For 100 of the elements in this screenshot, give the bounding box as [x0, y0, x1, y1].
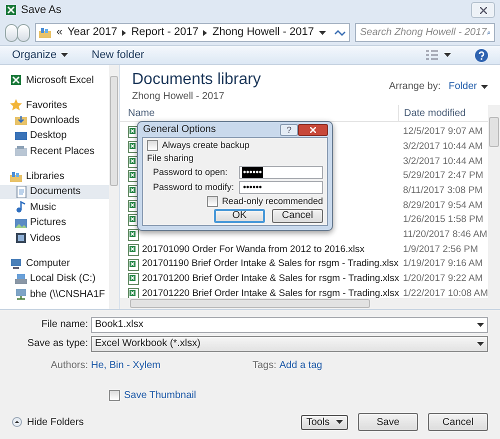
breadcrumb-item[interactable]: Report - 2017 — [131, 24, 198, 41]
spreadsheet-file-icon — [128, 156, 139, 168]
help-button[interactable]: ? — [280, 124, 298, 136]
chevron-right-icon — [203, 30, 208, 36]
password-field[interactable]: •••••• — [239, 166, 323, 179]
file-type-dropdown[interactable]: Excel Workbook (*.xlsx) — [91, 336, 488, 352]
folder-icon — [15, 114, 27, 126]
view-options-icon[interactable] — [426, 50, 438, 60]
password-field[interactable]: •••••• — [239, 181, 323, 194]
checkbox-label: Always create backup — [162, 140, 250, 151]
network-drive-icon — [15, 288, 27, 300]
close-icon — [480, 6, 486, 14]
sidebar-item[interactable]: Desktop — [0, 128, 109, 143]
date-modified: 12/5/2017 9:07 AM — [402, 125, 484, 140]
section-label: File sharing — [147, 153, 195, 164]
sidebar-item[interactable]: Local Disk (C:) — [0, 272, 109, 286]
sidebar-item[interactable]: bhe (\\CNSHA1F — [0, 287, 109, 302]
toolbar-button[interactable]: New folder — [92, 46, 144, 64]
sidebar-item[interactable]: Videos — [0, 231, 109, 246]
file-name-field[interactable]: Book1.xlsx — [91, 316, 488, 332]
column-header[interactable]: Name — [120, 105, 398, 121]
breadcrumb-overflow[interactable]: « — [56, 24, 62, 41]
date-modified: 1/26/2015 1:58 PM — [402, 213, 484, 228]
checkbox[interactable] — [147, 140, 158, 151]
field-label: Password to open: — [153, 167, 229, 178]
spreadsheet-file-icon — [128, 273, 139, 286]
library-icon — [39, 26, 52, 38]
spreadsheet-file-icon — [128, 258, 139, 271]
form-label: Authors: — [50, 358, 89, 372]
picture-icon — [15, 216, 27, 229]
file-name[interactable]: 201701220 Brief Order Intake & Sales for rsgm - Trading.xlsx — [142, 286, 400, 298]
dialog-title: General Options — [142, 123, 216, 137]
date-modified: 3/2/2017 10:44 AM — [402, 140, 484, 154]
library-title: Documents library — [132, 71, 261, 89]
sidebar-item[interactable]: Recent Places — [0, 144, 109, 158]
sidebar-item[interactable]: Libraries — [0, 170, 109, 184]
add-tag-link[interactable]: Add a tag — [279, 358, 322, 372]
checkbox-label: Read-only recommended — [222, 196, 323, 207]
sidebar-item[interactable]: Computer — [0, 256, 109, 270]
address-bar[interactable]: « Year 2017 Report - 2017 Zhong Howell - 2017 — [35, 23, 350, 42]
sidebar-item[interactable]: Pictures — [0, 216, 109, 230]
film-icon — [15, 232, 27, 244]
breadcrumb-item[interactable]: Zhong Howell - 2017 — [212, 24, 314, 41]
sidebar-item[interactable]: Downloads — [0, 113, 109, 128]
arrange-by-label: Arrange by: — [388, 80, 441, 94]
folder-icon — [15, 145, 27, 158]
file-name[interactable]: 201701200 Brief Order Intake & Sales for rsgm - Trading.xlsx — [142, 272, 400, 286]
toolbar-button[interactable]: Organize — [12, 46, 68, 64]
date-modified: 1/22/2017 10:08 AM — [402, 286, 488, 298]
spreadsheet-file-icon — [128, 170, 139, 182]
sidebar-item[interactable]: Favorites — [0, 98, 109, 112]
caret-icon — [336, 420, 343, 424]
arrange-by-dropdown[interactable]: Folder — [448, 79, 488, 94]
library-subtitle: Zhong Howell - 2017 — [132, 90, 226, 104]
form-label: File name: — [40, 318, 89, 332]
close-icon — [310, 126, 316, 132]
music-note-icon — [15, 201, 27, 214]
horizontal-scrollbar[interactable] — [120, 298, 488, 309]
sidebar-item[interactable]: Music — [0, 200, 109, 214]
spreadsheet-file-icon — [128, 229, 139, 242]
computer-icon — [10, 258, 22, 270]
caret-icon — [60, 53, 68, 57]
dialog-button[interactable]: Cancel — [428, 413, 488, 431]
field-value: Book1.xlsx — [95, 318, 144, 332]
spreadsheet-file-icon — [128, 185, 139, 198]
date-modified: 5/29/2017 2:47 PM — [402, 169, 484, 184]
vertical-scrollbar[interactable] — [488, 105, 500, 309]
dialog-button[interactable]: Save — [358, 413, 418, 431]
caret-icon — [477, 322, 484, 326]
breadcrumb-item[interactable]: Year 2017 — [67, 24, 118, 41]
authors-link[interactable]: He, Bin - Xylem — [91, 358, 160, 372]
disk-drive-icon — [15, 272, 27, 285]
search-placeholder: Search Zhong Howell - 2017 — [360, 26, 487, 40]
checkbox[interactable] — [109, 390, 120, 401]
checkbox[interactable] — [206, 196, 218, 207]
tools-button[interactable]: Tools — [301, 414, 348, 430]
file-name[interactable]: 201701090 Order For Wanda from 2012 to 2016.xlsx — [142, 242, 364, 257]
sidebar-item[interactable]: Microsoft Excel — [0, 73, 109, 87]
form-label: Tags: — [252, 358, 278, 372]
date-modified: 8/29/2017 9:54 AM — [402, 198, 484, 213]
sidebar-scrollbar[interactable] — [109, 65, 119, 309]
window-title: Save As — [21, 2, 62, 18]
caret-icon — [318, 30, 326, 34]
file-name[interactable]: 201701190 Brief Order Intake & Sales for rsgm - Trading.xlsx — [142, 257, 398, 272]
forward-button[interactable] — [17, 24, 30, 42]
dialog-button[interactable]: OK — [214, 209, 265, 223]
close-button[interactable] — [471, 2, 495, 18]
caret-icon — [481, 84, 488, 88]
field-value: Excel Workbook (*.xlsx) — [95, 337, 200, 351]
excel-icon — [5, 4, 17, 16]
back-button[interactable] — [5, 24, 18, 42]
sidebar-item[interactable]: Documents — [0, 184, 109, 199]
hide-folders-button[interactable]: Hide Folders — [12, 414, 84, 430]
chevron-right-icon — [122, 30, 126, 36]
date-modified: 8/11/2017 3:08 PM — [402, 184, 484, 198]
help-icon[interactable] — [475, 48, 488, 62]
chevron-up-icon — [12, 417, 22, 427]
spreadsheet-file-icon — [128, 214, 139, 226]
dialog-button[interactable]: Cancel — [272, 209, 323, 223]
close-button[interactable] — [298, 124, 328, 136]
